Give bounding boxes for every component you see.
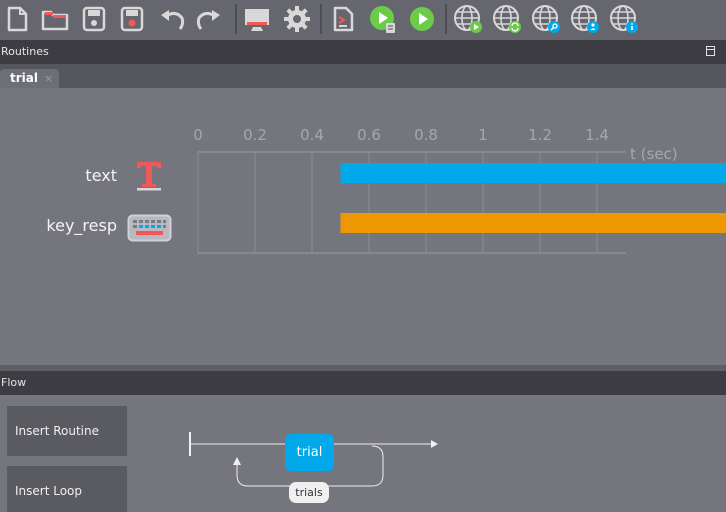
- settings-gear-icon: [284, 6, 310, 32]
- timeline-tick-label: 0: [193, 126, 203, 144]
- run-button[interactable]: [406, 3, 438, 35]
- routines-panel-title: Routines: [1, 45, 49, 58]
- flow-diagram: [189, 432, 438, 487]
- tab-label: trial: [10, 71, 38, 85]
- monitor-icon: [245, 9, 269, 31]
- timeline-axis-label: t (sec): [630, 145, 678, 163]
- globe-login-icon: [571, 5, 599, 33]
- timeline-tick-label: 1: [478, 126, 488, 144]
- routine-canvas: 0 0.2 0.4 0.6 0.8 1 1.2 1.4 t (sec) text key_res…: [0, 88, 726, 365]
- flow-routine-trial[interactable]: trial: [285, 434, 334, 471]
- undo-button[interactable]: [156, 3, 188, 35]
- new-file-icon: [7, 6, 28, 32]
- flow-panel-header: Flow: [0, 371, 726, 395]
- toolbar-separator: [320, 4, 322, 34]
- sync-online-button[interactable]: [491, 3, 523, 35]
- globe-info-icon: [610, 5, 638, 33]
- save-button[interactable]: [78, 3, 110, 35]
- run-online-button[interactable]: [452, 3, 484, 35]
- flow-arrowhead-icon: [431, 440, 438, 448]
- monitor-center-button[interactable]: [241, 3, 273, 35]
- component-bar-text[interactable]: [340, 163, 726, 183]
- panel-float-icon[interactable]: [706, 46, 715, 56]
- timeline-tick-label: 1.4: [585, 126, 609, 144]
- main-toolbar: [0, 0, 726, 40]
- routines-panel-header: Routines: [0, 40, 726, 64]
- timeline-tick-label: 1.2: [528, 126, 552, 144]
- redo-icon: [196, 10, 220, 30]
- login-online-button[interactable]: [569, 3, 601, 35]
- project-info-button[interactable]: [608, 3, 640, 35]
- run-icon: [410, 7, 434, 31]
- toolbar-separator: [445, 4, 447, 34]
- redo-button[interactable]: [193, 3, 225, 35]
- experiment-settings-button[interactable]: [281, 3, 313, 35]
- timeline-tick-label: 0.6: [357, 126, 381, 144]
- tab-close-icon[interactable]: ×: [44, 72, 53, 85]
- loop-arrowhead-icon: [233, 457, 241, 465]
- psychopy-builder-window: Routines trial × 0 0.2 0.4 0.6 0.8 1 1.2 1.4 t (…: [0, 0, 726, 512]
- globe-search-icon: [532, 5, 560, 33]
- flow-panel-title: Flow: [1, 376, 27, 389]
- keyboard-component-icon[interactable]: [127, 214, 172, 242]
- text-component-icon[interactable]: [134, 159, 164, 191]
- open-folder-icon: [41, 10, 69, 31]
- globe-sync-icon: [493, 5, 521, 33]
- globe-run-online-icon: [454, 5, 482, 33]
- routine-tabbar: trial ×: [0, 64, 726, 88]
- run-pilot-icon: [370, 6, 395, 33]
- open-button[interactable]: [39, 3, 71, 35]
- save-icon: [82, 6, 106, 32]
- pilot-button[interactable]: [367, 3, 399, 35]
- flow-panel: Insert Routine Insert Loop trial trials: [0, 395, 726, 512]
- save-as-icon: [120, 6, 144, 32]
- component-name-key-resp[interactable]: key_resp: [46, 216, 117, 235]
- flow-loop-trials[interactable]: trials: [289, 482, 329, 503]
- search-online-button[interactable]: [530, 3, 562, 35]
- component-name-text[interactable]: text: [85, 166, 117, 185]
- timeline-tick-label: 0.8: [414, 126, 438, 144]
- component-bar-key-resp[interactable]: [340, 213, 726, 233]
- tab-trial[interactable]: trial ×: [0, 69, 59, 88]
- compile-script-icon: [333, 6, 354, 32]
- timeline-tick-label: 0.4: [300, 126, 324, 144]
- compile-script-button[interactable]: [327, 3, 359, 35]
- toolbar-separator: [235, 4, 237, 34]
- save-as-button[interactable]: [116, 3, 148, 35]
- undo-icon: [161, 10, 185, 30]
- timeline-tick-label: 0.2: [243, 126, 267, 144]
- new-file-button[interactable]: [1, 3, 33, 35]
